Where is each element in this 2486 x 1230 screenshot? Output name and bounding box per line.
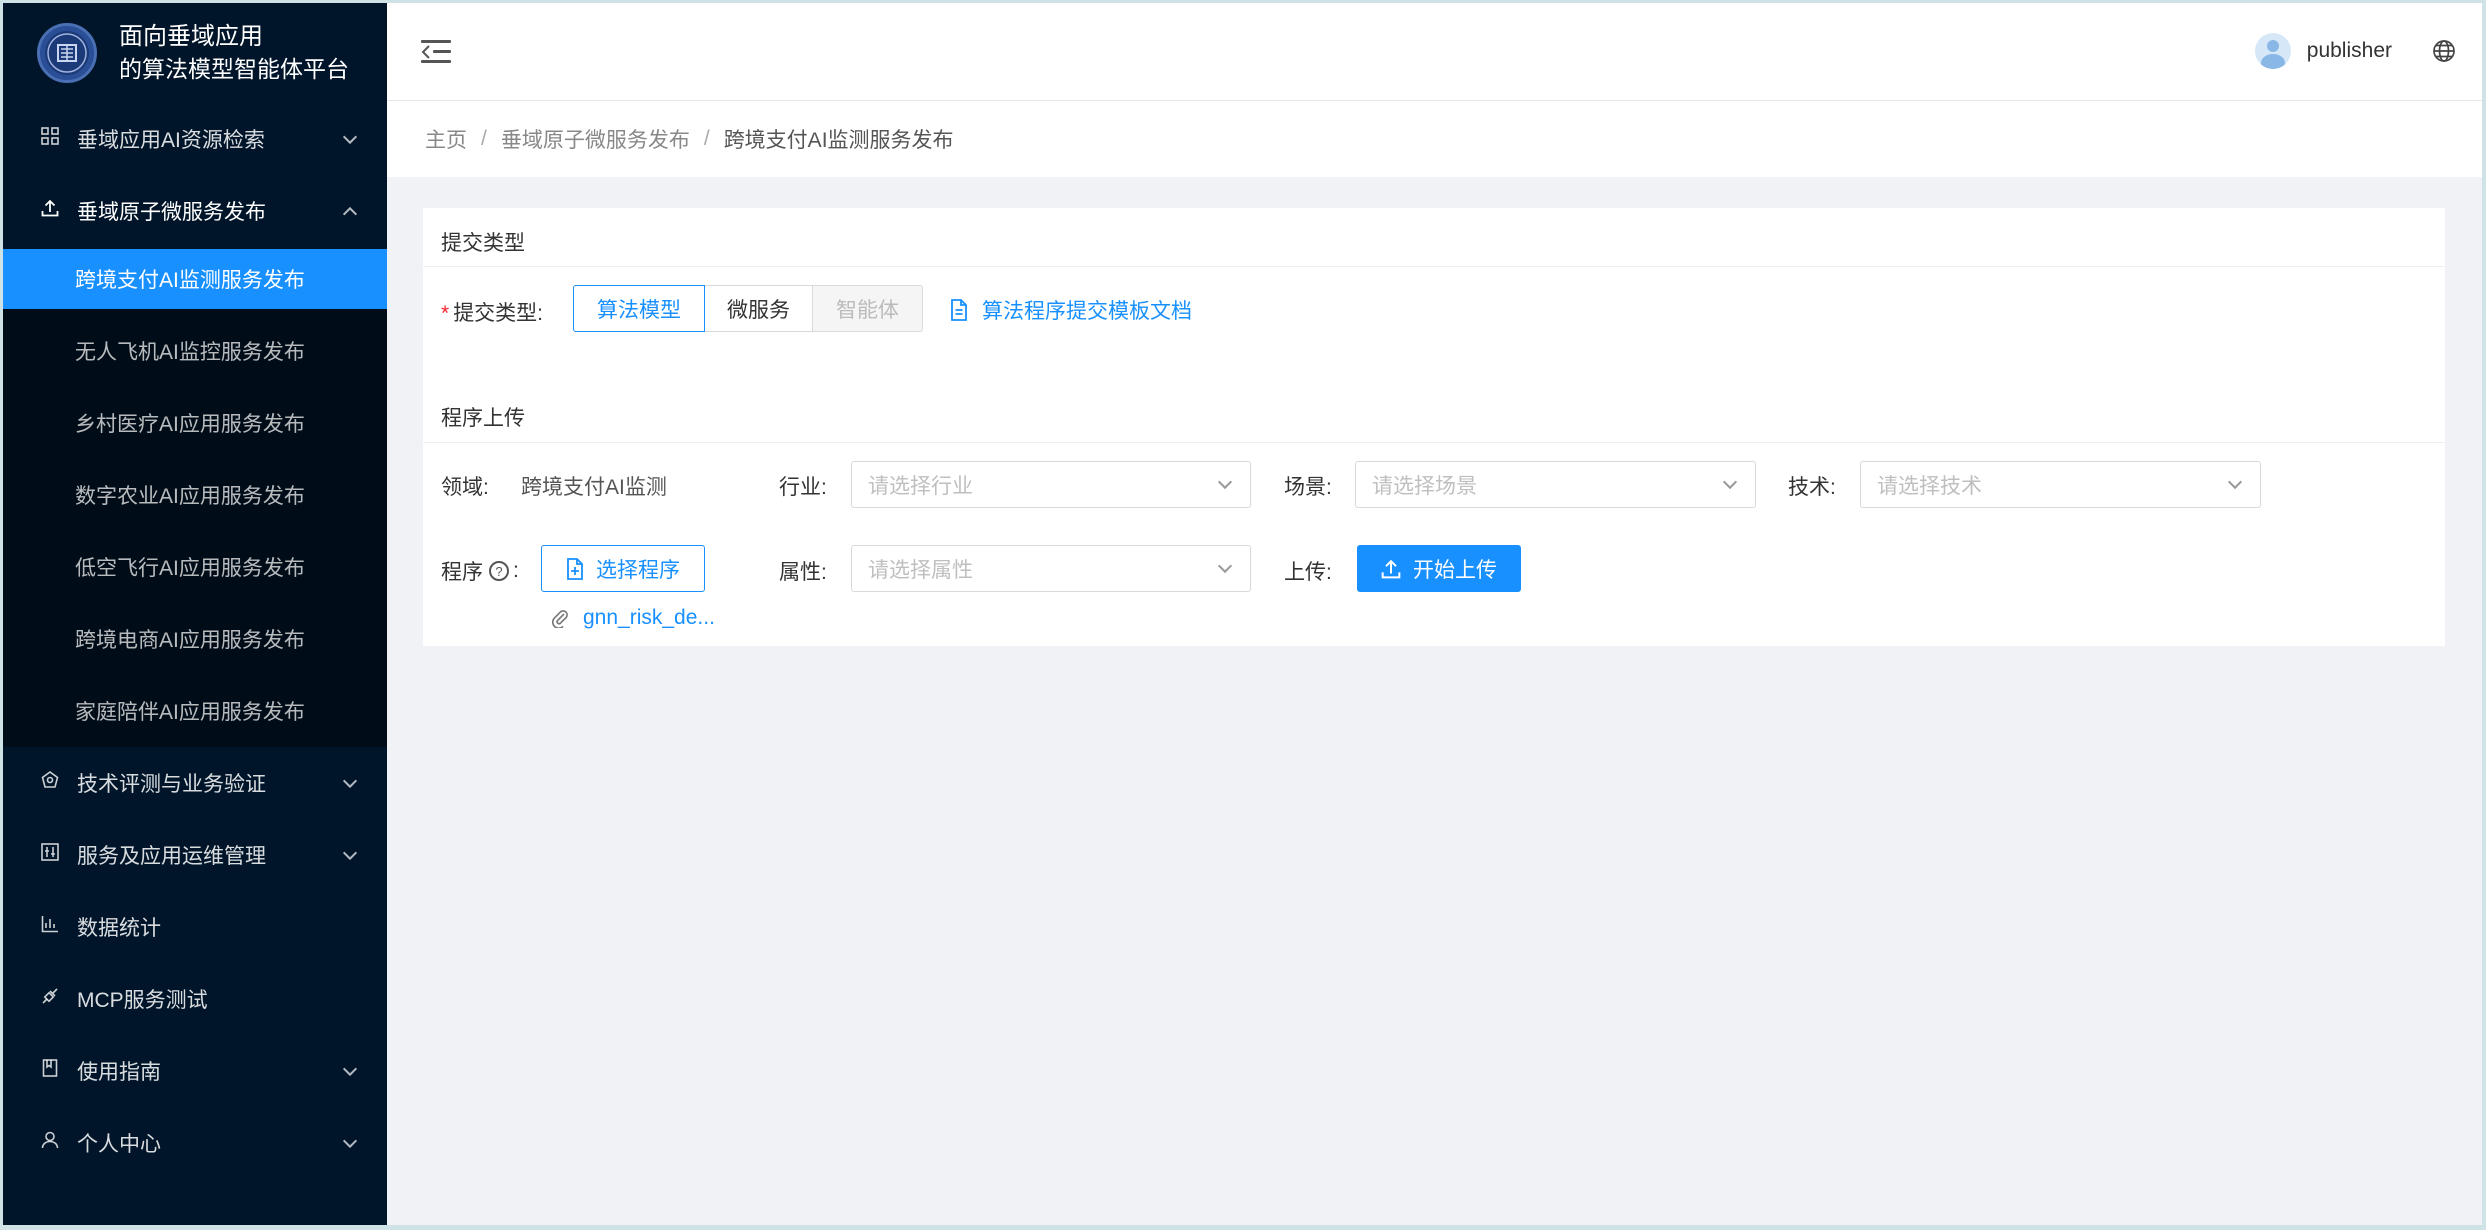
submit-type-label: * 提交类型: (441, 302, 544, 325)
chevron-down-icon (2227, 474, 2243, 490)
user-menu[interactable]: publisher (2254, 33, 2392, 69)
submenu-item-rural-medical[interactable]: 乡村医疗AI应用服务发布 (3, 387, 387, 459)
username: publisher (2306, 39, 2392, 62)
sidebar-item-statistics[interactable]: 数据统计 (3, 891, 387, 963)
sidebar-item-label: 垂域原子微服务发布 (77, 201, 266, 224)
start-upload-button[interactable]: 开始上传 (1357, 545, 1521, 592)
attribute-label: 属性: (779, 561, 827, 584)
sidebar-item-label: 垂域应用AI资源检索 (77, 129, 265, 152)
submenu-item-digital-agriculture[interactable]: 数字农业AI应用服务发布 (3, 459, 387, 531)
breadcrumb: 主页 / 垂域原子微服务发布 / 跨境支付AI监测服务发布 (387, 101, 2482, 177)
chevron-down-icon (1217, 474, 1233, 490)
uploaded-file-item[interactable]: gnn_risk_de... (551, 606, 715, 630)
breadcrumb-publish[interactable]: 垂域原子微服务发布 (501, 124, 690, 154)
user-icon (39, 1131, 61, 1155)
sidebar-item-microservice-publish[interactable]: 垂域原子微服务发布 (3, 175, 387, 247)
upload-icon (39, 199, 61, 223)
sidebar-item-operations[interactable]: 服务及应用运维管理 (3, 819, 387, 891)
appstore-icon (39, 127, 61, 151)
industry-select[interactable]: 请选择行业 (851, 461, 1251, 508)
required-mark: * (441, 302, 450, 325)
sidebar-item-label: 个人中心 (77, 1133, 161, 1156)
domain-value: 跨境支付AI监测 (521, 476, 667, 499)
book-icon (39, 1059, 61, 1083)
bar-chart-icon (39, 915, 61, 939)
tech-placeholder: 请选择技术 (1877, 474, 1982, 498)
seal-icon (47, 33, 87, 73)
breadcrumb-home[interactable]: 主页 (425, 124, 467, 154)
sidebar-item-resource-search[interactable]: 垂域应用AI资源检索 (3, 103, 387, 175)
chevron-down-icon (342, 845, 358, 861)
section-title-submit-type: 提交类型 (441, 232, 525, 255)
template-doc-link[interactable]: 算法程序提交模板文档 (950, 295, 1192, 325)
publish-form-card: 提交类型 * 提交类型: 算法模型 微服务 智能体 算法程序提交模板文档 程序上传… (423, 208, 2445, 646)
university-logo (37, 23, 97, 83)
breadcrumb-current: 跨境支付AI监测服务发布 (723, 129, 954, 152)
top-header: publisher (387, 3, 2482, 100)
chevron-up-icon (342, 206, 358, 222)
avatar (2254, 33, 2291, 69)
sidebar-item-guide[interactable]: 使用指南 (3, 1035, 387, 1107)
app-frame: 面向垂域应用 的算法模型智能体平台 垂域应用AI资源检索 垂域原子微服务发布 跨… (3, 3, 2482, 1225)
paperclip-icon (552, 610, 568, 628)
sidebar-item-mcp-test[interactable]: MCP服务测试 (3, 963, 387, 1035)
control-icon (39, 843, 61, 867)
submenu-item-cross-border-ecommerce[interactable]: 跨境电商AI应用服务发布 (3, 603, 387, 675)
chevron-down-icon (342, 1061, 358, 1077)
chevron-down-icon (342, 773, 358, 789)
tech-select[interactable]: 请选择技术 (1860, 461, 2261, 508)
breadcrumb-separator: / (481, 127, 487, 150)
submenu-item-cross-border-payment[interactable]: 跨境支付AI监测服务发布 (3, 249, 387, 309)
submit-type-segmented: 算法模型 微服务 智能体 (573, 285, 923, 332)
globe-icon[interactable] (2432, 39, 2456, 63)
question-circle-icon[interactable]: ? (489, 561, 509, 581)
app-title: 面向垂域应用 的算法模型智能体平台 (119, 20, 349, 86)
menu-fold-icon[interactable] (421, 40, 451, 64)
tech-label: 技术: (1788, 476, 1836, 499)
scene-placeholder: 请选择场景 (1372, 474, 1477, 498)
chevron-down-icon (342, 1133, 358, 1149)
scene-label: 场景: (1284, 476, 1332, 499)
type-option-algorithm-model[interactable]: 算法模型 (573, 285, 705, 332)
file-text-icon (951, 299, 967, 321)
type-option-agent: 智能体 (813, 285, 923, 332)
chevron-down-icon (1217, 558, 1233, 574)
industry-label: 行业: (779, 476, 827, 499)
sidebar-item-personal-center[interactable]: 个人中心 (3, 1107, 387, 1179)
upload-icon (1381, 559, 1401, 578)
file-name: gnn_risk_de... (583, 606, 715, 629)
chevron-down-icon (342, 129, 358, 145)
divider (423, 266, 2445, 267)
app-title-line1: 面向垂域应用 (119, 23, 263, 50)
chevron-down-icon (1722, 474, 1738, 490)
section-title-program-upload: 程序上传 (441, 407, 525, 430)
sidebar-item-label: 使用指南 (77, 1061, 161, 1084)
logo-area: 面向垂域应用 的算法模型智能体平台 (3, 3, 387, 103)
app-title-line2: 的算法模型智能体平台 (119, 56, 349, 82)
submenu-item-low-altitude[interactable]: 低空飞行AI应用服务发布 (3, 531, 387, 603)
program-label: 程序 ? : (441, 559, 519, 584)
attribute-select[interactable]: 请选择属性 (851, 545, 1251, 592)
sidebar-item-label: 数据统计 (77, 917, 161, 940)
sidebar-item-label: 服务及应用运维管理 (77, 845, 266, 868)
breadcrumb-separator: / (703, 127, 710, 150)
upload-label: 上传: (1284, 561, 1332, 584)
attribute-placeholder: 请选择属性 (868, 558, 973, 582)
scene-select[interactable]: 请选择场景 (1355, 461, 1756, 508)
submenu: 跨境支付AI监测服务发布 无人飞机AI监控服务发布 乡村医疗AI应用服务发布 数… (3, 249, 387, 747)
api-icon (39, 987, 61, 1011)
file-add-icon (567, 557, 583, 580)
sidebar-item-label: 技术评测与业务验证 (77, 773, 266, 796)
select-program-button[interactable]: 选择程序 (541, 545, 705, 592)
submenu-item-drone[interactable]: 无人飞机AI监控服务发布 (3, 315, 387, 387)
sidebar-item-label: MCP服务测试 (77, 989, 208, 1012)
experiment-icon (39, 771, 61, 795)
domain-label: 领域: (441, 476, 489, 499)
sidebar-item-evaluation[interactable]: 技术评测与业务验证 (3, 747, 387, 819)
sidebar: 面向垂域应用 的算法模型智能体平台 垂域应用AI资源检索 垂域原子微服务发布 跨… (3, 3, 387, 1225)
industry-placeholder: 请选择行业 (868, 474, 973, 498)
divider (423, 442, 2445, 443)
type-option-microservice[interactable]: 微服务 (705, 285, 813, 332)
submenu-item-home-companion[interactable]: 家庭陪伴AI应用服务发布 (3, 675, 387, 747)
